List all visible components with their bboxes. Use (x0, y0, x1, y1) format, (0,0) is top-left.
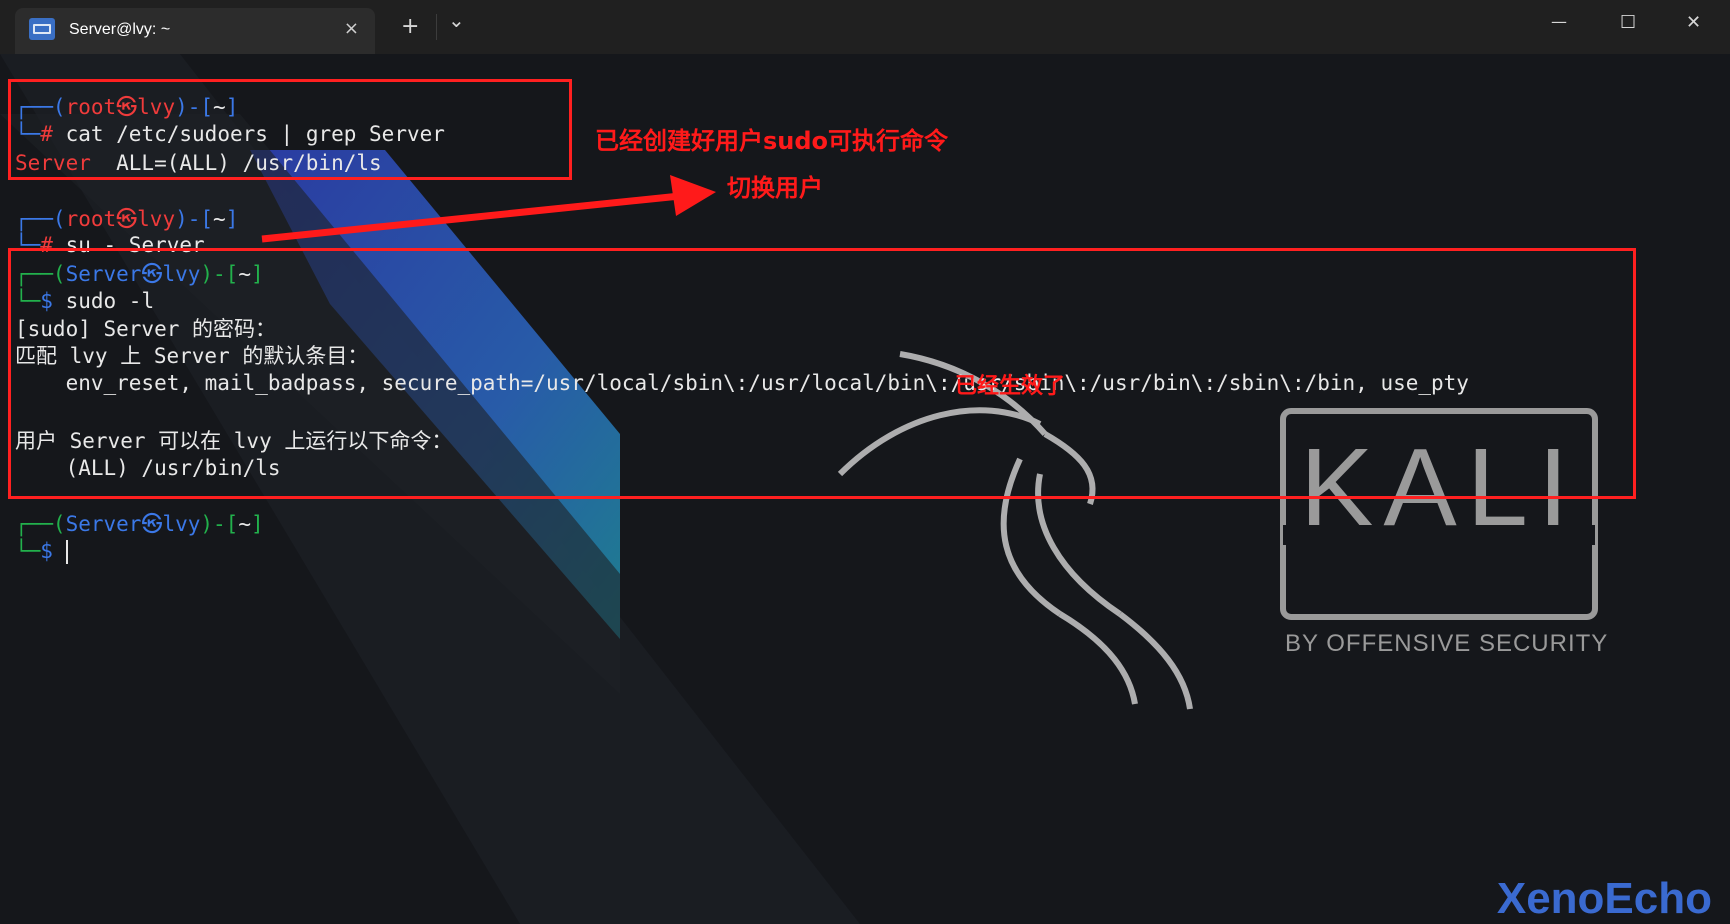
highlight-box (8, 79, 572, 180)
terminal-tab[interactable]: Server@lvy: ~ × (15, 8, 375, 54)
text-cursor (65, 540, 68, 564)
tab-divider (436, 14, 437, 40)
watermark: XenoEcho (1496, 874, 1712, 923)
annotation-label: 已经生效了 (955, 374, 1066, 399)
command-line[interactable]: └─$ (15, 538, 68, 564)
minimize-button[interactable]: — (1551, 14, 1567, 30)
tab-title: Server@lvy: ~ (69, 21, 171, 38)
prompt-line: ┌──(root㉿lvy)-[~] (15, 207, 239, 231)
close-window-button[interactable]: ✕ (1686, 14, 1701, 32)
prompt-line: ┌──(Server㉿lvy)-[~] (15, 512, 264, 536)
kali-logo-subtitle: BY OFFENSIVE SECURITY (1285, 630, 1609, 657)
terminal-icon (29, 18, 55, 40)
tab-close-icon[interactable]: × (344, 18, 359, 39)
new-tab-button[interactable]: + (401, 16, 419, 38)
annotation-label: 切换用户 (727, 174, 823, 202)
title-bar: Server@lvy: ~ × + ⌄ — ☐ ✕ (0, 0, 1730, 54)
tab-dropdown-button[interactable]: ⌄ (448, 10, 465, 30)
annotation-label: 已经创建好用户sudo可执行命令 (595, 127, 949, 155)
highlight-box (8, 248, 1636, 499)
terminal-area[interactable]: KALI BY OFFENSIVE SECURITY ┌──(root㉿lvy)… (0, 54, 1730, 924)
maximize-button[interactable]: ☐ (1620, 14, 1636, 32)
